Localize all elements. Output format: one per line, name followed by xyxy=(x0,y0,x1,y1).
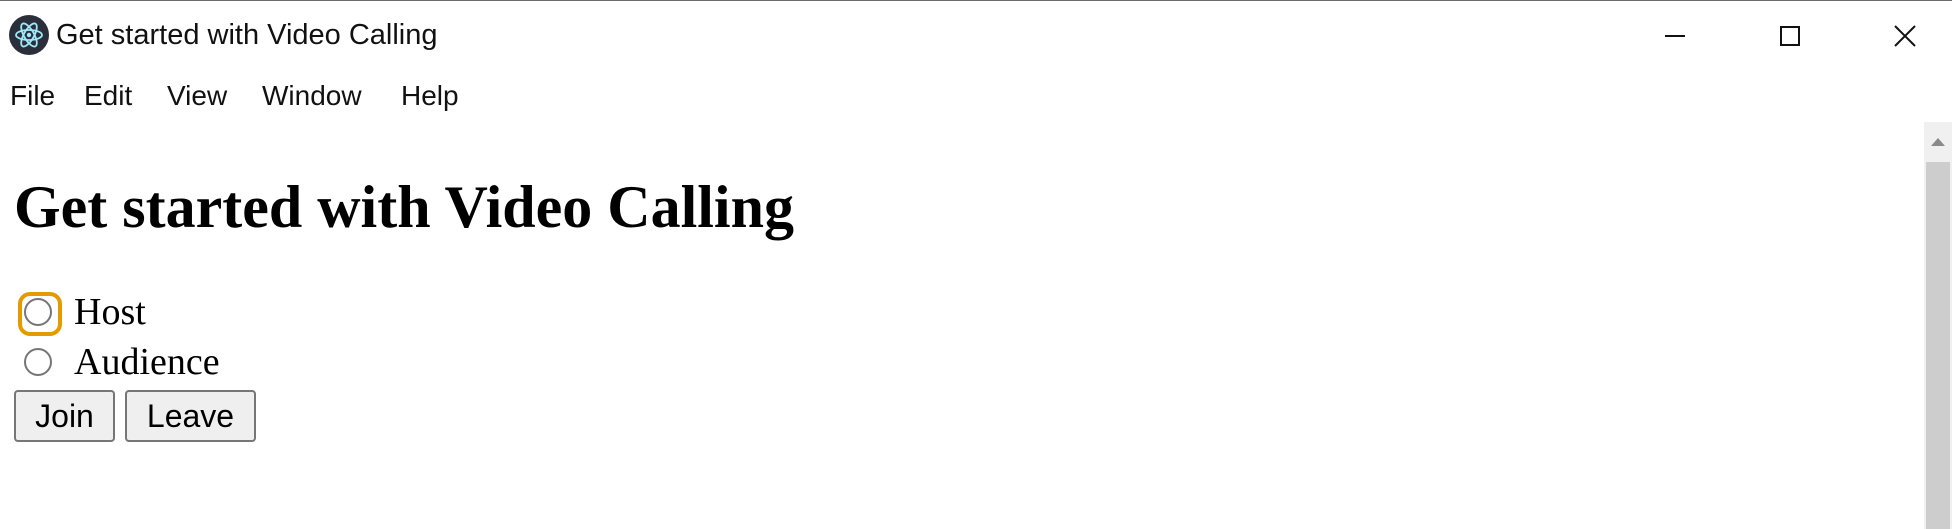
menu-bar: File Edit View Window Help xyxy=(0,70,1952,122)
scroll-up-button[interactable] xyxy=(1924,122,1952,162)
join-button[interactable]: Join xyxy=(14,390,115,442)
page-heading: Get started with Video Calling xyxy=(14,174,794,240)
title-bar[interactable]: Get started with Video Calling xyxy=(0,1,1952,70)
minimize-icon xyxy=(1664,34,1685,37)
caret-up-icon xyxy=(1931,138,1945,146)
vertical-scrollbar[interactable] xyxy=(1924,122,1952,529)
maximize-icon xyxy=(1779,25,1800,46)
page-content: Get started with Video Calling Host Audi… xyxy=(0,122,1924,529)
minimize-button[interactable] xyxy=(1617,1,1732,70)
leave-button[interactable]: Leave xyxy=(125,390,256,442)
focus-ring xyxy=(18,292,62,336)
menu-view[interactable]: View xyxy=(167,79,227,113)
close-button[interactable] xyxy=(1847,1,1952,70)
menu-window[interactable]: Window xyxy=(262,79,362,113)
maximize-button[interactable] xyxy=(1732,1,1847,70)
scroll-thumb[interactable] xyxy=(1926,162,1950,529)
menu-edit[interactable]: Edit xyxy=(84,79,132,113)
window-title: Get started with Video Calling xyxy=(56,19,438,51)
audience-label[interactable]: Audience xyxy=(74,340,220,384)
close-icon xyxy=(1893,24,1916,47)
audience-option[interactable]: Audience xyxy=(20,340,220,384)
host-label[interactable]: Host xyxy=(74,290,146,334)
host-option[interactable]: Host xyxy=(18,290,146,336)
menu-file[interactable]: File xyxy=(10,79,55,113)
electron-app-icon xyxy=(9,15,49,55)
audience-radio[interactable] xyxy=(24,348,52,376)
menu-help[interactable]: Help xyxy=(401,79,459,113)
host-radio[interactable] xyxy=(18,292,62,336)
